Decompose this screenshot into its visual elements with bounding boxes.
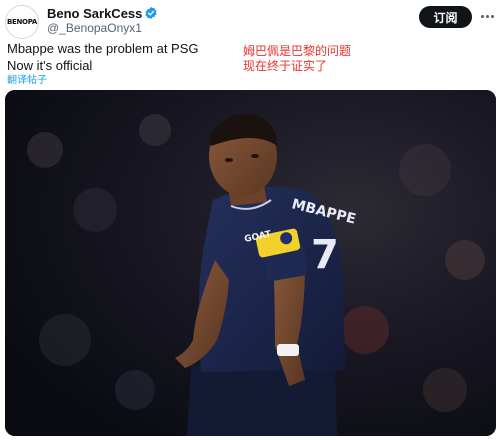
chinese-caption-overlay: 姆巴佩是巴黎的问题 现在终于证实了 — [243, 44, 351, 74]
more-horizontal-icon[interactable] — [478, 7, 496, 25]
jersey-number: 7 — [311, 232, 339, 278]
author-avatar[interactable]: BENOPA — [5, 5, 39, 39]
tweet-card: BENOPA Beno SarkCess @_BenopaOnyx1 订阅 Mb… — [0, 0, 500, 440]
caption-line: 姆巴佩是巴黎的问题 — [243, 44, 352, 58]
tweet-text-line: Mbappe was the problem at PSG — [7, 41, 199, 56]
caption-line: 现在终于证实了 — [243, 59, 328, 73]
follow-button[interactable]: 订阅 — [419, 6, 472, 28]
wristband — [277, 344, 299, 356]
author-display-name[interactable]: Beno SarkCess — [47, 6, 142, 21]
tweet-photo[interactable]: MBAPPE 7 GOAT — [5, 90, 496, 436]
translate-post-link[interactable]: 翻译帖子 — [7, 71, 47, 86]
tweet-text: Mbappe was the problem at PSG Now it's o… — [7, 40, 199, 74]
verified-badge-icon — [145, 6, 157, 20]
author-handle[interactable]: @_BenopaOnyx1 — [47, 21, 142, 35]
avatar-logo-text: BENOPA — [6, 18, 38, 26]
